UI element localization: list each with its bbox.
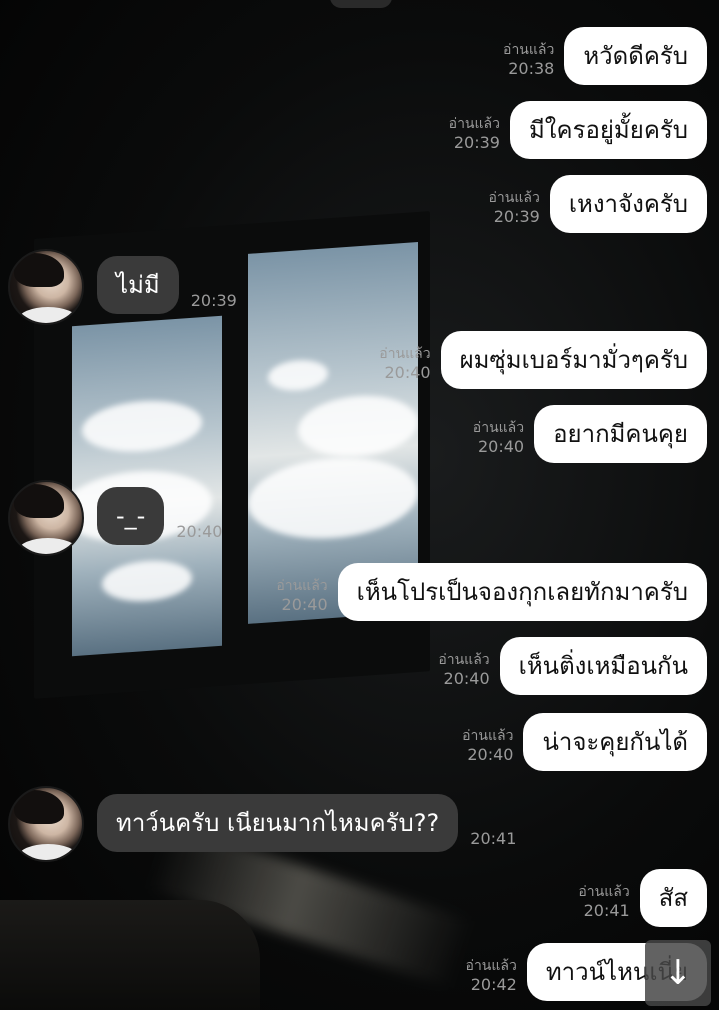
read-receipt: อ่านแล้ว bbox=[379, 346, 431, 362]
read-receipt: อ่านแล้ว bbox=[503, 42, 555, 58]
message-time: 20:42 bbox=[470, 975, 517, 994]
message-outgoing[interactable]: อ่านแล้ว 20:40 ผมซุ่มเบอร์มามั่วๆครับ bbox=[379, 331, 707, 389]
message-incoming[interactable]: -_- 20:40 bbox=[97, 487, 222, 545]
read-receipt: อ่านแล้ว bbox=[488, 190, 540, 206]
message-meta: อ่านแล้ว 20:39 bbox=[489, 189, 540, 227]
message-time: 20:40 bbox=[478, 437, 525, 456]
message-time: 20:41 bbox=[583, 901, 630, 920]
message-meta: อ่านแล้ว 20:38 bbox=[503, 41, 554, 79]
scroll-to-bottom-button[interactable]: ↓ bbox=[645, 940, 711, 1006]
date-pill bbox=[330, 0, 392, 8]
chat-screen: อ่านแล้ว 20:38 หวัดดีครับ อ่านแล้ว 20:39… bbox=[0, 0, 719, 1010]
read-receipt: อ่านแล้ว bbox=[578, 884, 630, 900]
arrow-down-icon: ↓ bbox=[663, 953, 693, 993]
contact-avatar[interactable] bbox=[8, 249, 84, 325]
message-bubble[interactable]: เหงาจังครับ bbox=[549, 175, 707, 233]
read-receipt: อ่านแล้ว bbox=[438, 652, 490, 668]
read-receipt: อ่านแล้ว bbox=[465, 958, 517, 974]
message-bubble[interactable]: หวัดดีครับ bbox=[564, 27, 707, 85]
message-time: 20:38 bbox=[508, 59, 555, 78]
contact-avatar[interactable] bbox=[8, 480, 84, 556]
message-outgoing[interactable]: อ่านแล้ว 20:40 เห็นติ่งเหมือนกัน bbox=[438, 637, 707, 695]
message-bubble[interactable]: เห็นโปรเป็นจองกุกเลยทักมาครับ bbox=[337, 563, 707, 621]
contact-avatar[interactable] bbox=[8, 786, 84, 862]
message-meta: อ่านแล้ว 20:42 bbox=[466, 957, 517, 995]
message-meta: อ่านแล้ว 20:40 bbox=[438, 651, 489, 689]
message-outgoing[interactable]: อ่านแล้ว 20:40 เห็นโปรเป็นจองกุกเลยทักมา… bbox=[276, 563, 707, 621]
message-meta: อ่านแล้ว 20:40 bbox=[462, 727, 513, 765]
message-bubble[interactable]: ผมซุ่มเบอร์มามั่วๆครับ bbox=[440, 331, 707, 389]
message-bubble[interactable]: ไม่มี bbox=[97, 256, 179, 314]
message-outgoing[interactable]: อ่านแล้ว 20:41 สัส bbox=[578, 869, 707, 927]
message-meta: อ่านแล้ว 20:40 bbox=[276, 577, 327, 615]
message-outgoing[interactable]: อ่านแล้ว 20:38 หวัดดีครับ bbox=[503, 27, 707, 85]
message-time: 20:40 bbox=[467, 745, 514, 764]
read-receipt: อ่านแล้ว bbox=[276, 578, 328, 594]
message-meta: อ่านแล้ว 20:41 bbox=[578, 883, 629, 921]
message-outgoing[interactable]: อ่านแล้ว 20:40 อยากมีคนคุย bbox=[473, 405, 707, 463]
read-receipt: อ่านแล้ว bbox=[462, 728, 514, 744]
message-outgoing[interactable]: อ่านแล้ว 20:39 เหงาจังครับ bbox=[489, 175, 707, 233]
message-bubble[interactable]: สัส bbox=[639, 869, 707, 927]
message-incoming[interactable]: ทาว์นครับ เนียนมากไหมครับ?? 20:41 bbox=[97, 794, 516, 852]
message-incoming[interactable]: ไม่มี 20:39 bbox=[97, 256, 237, 314]
background-blanket bbox=[0, 900, 260, 1010]
message-outgoing[interactable]: อ่านแล้ว 20:40 น่าจะคุยกันได้ bbox=[462, 713, 707, 771]
message-time: 20:41 bbox=[470, 829, 517, 848]
message-meta: อ่านแล้ว 20:40 bbox=[379, 345, 430, 383]
message-bubble[interactable]: ทาว์นครับ เนียนมากไหมครับ?? bbox=[97, 794, 459, 852]
message-meta: อ่านแล้ว 20:40 bbox=[473, 419, 524, 457]
message-time: 20:39 bbox=[493, 207, 540, 226]
message-time: 20:40 bbox=[443, 669, 490, 688]
message-time: 20:40 bbox=[176, 522, 223, 541]
read-receipt: อ่านแล้ว bbox=[472, 420, 525, 436]
message-time: 20:39 bbox=[453, 133, 500, 152]
message-outgoing[interactable]: อ่านแล้ว 20:39 มีใครอยู่มั้ยครับ bbox=[449, 101, 707, 159]
message-bubble[interactable]: มีใครอยู่มั้ยครับ bbox=[509, 101, 707, 159]
background-window-pane bbox=[72, 315, 222, 657]
message-bubble[interactable]: เห็นติ่งเหมือนกัน bbox=[499, 637, 707, 695]
message-time: 20:40 bbox=[384, 363, 431, 382]
message-time: 20:40 bbox=[281, 595, 328, 614]
message-bubble[interactable]: อยากมีคนคุย bbox=[534, 405, 707, 463]
message-meta: อ่านแล้ว 20:39 bbox=[449, 115, 500, 153]
message-bubble[interactable]: น่าจะคุยกันได้ bbox=[523, 713, 707, 771]
message-time: 20:39 bbox=[190, 291, 237, 310]
read-receipt: อ่านแล้ว bbox=[448, 116, 500, 132]
message-bubble[interactable]: -_- bbox=[97, 487, 165, 545]
